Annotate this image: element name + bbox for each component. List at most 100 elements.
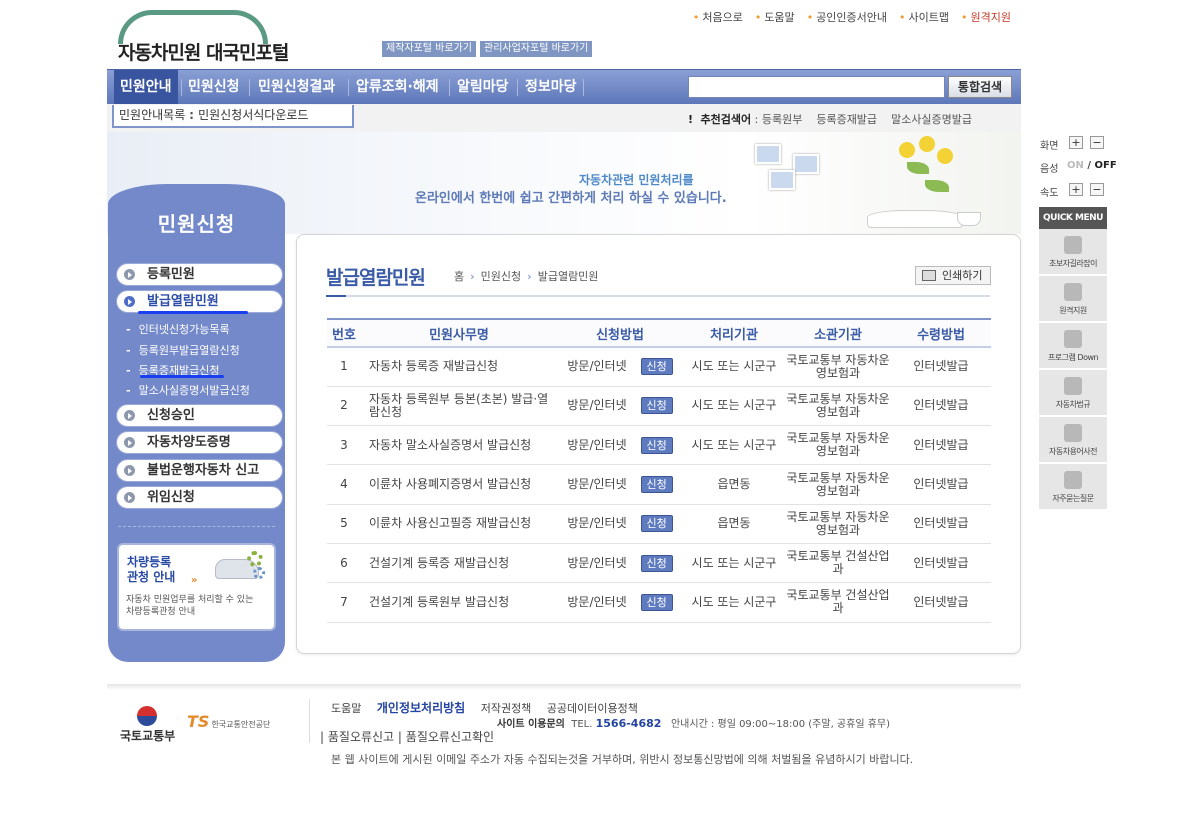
document-icon <box>1064 236 1082 254</box>
top-link-sitemap[interactable]: • 사이트맵 <box>899 9 949 25</box>
arrow-bullet-icon <box>124 269 135 280</box>
row-no: 7 <box>327 582 361 623</box>
row-dept: 국토교통부 자동차운영보험과 <box>785 464 891 505</box>
recommend-term[interactable]: 말소사실증명발급 <box>891 113 972 126</box>
row-agency: 시도 또는 시군구 <box>683 425 785 466</box>
zoom-out-button[interactable]: − <box>1090 136 1104 149</box>
screen-zoom-control: 화면 + − <box>1040 136 1108 152</box>
row-name: 건설기계 등록원부 발급신청 <box>361 582 557 623</box>
row-dept: 국토교통부 자동차운영보험과 <box>785 425 891 466</box>
row-receive: 인터넷발급 <box>891 347 991 387</box>
nav-divider <box>249 79 250 96</box>
sub-nav-form-download[interactable]: 민원신청서식다운로드 <box>198 108 308 122</box>
quick-menu-dictionary[interactable]: 자동차용어사전 <box>1039 417 1107 463</box>
voice-toggle[interactable]: ON / OFF <box>1067 160 1117 171</box>
footer-link-help[interactable]: 도움말 <box>331 702 361 715</box>
speed-down-button[interactable]: − <box>1090 183 1104 196</box>
speed-up-button[interactable]: + <box>1069 183 1083 196</box>
nav-info[interactable]: 정보마당 <box>525 70 577 105</box>
top-link-remote[interactable]: • 원격지원 <box>961 9 1011 25</box>
quick-menu-title: QUICK MENU <box>1039 207 1107 229</box>
row-name: 이륜차 사용폐지증명서 발급신청 <box>361 464 557 505</box>
top-link-help[interactable]: • 도움말 <box>755 9 795 25</box>
breadcrumb-home[interactable]: 홈 <box>454 270 464 283</box>
title-divider-accent <box>326 295 346 297</box>
quick-menu-law[interactable]: 자동차법규 <box>1039 370 1107 416</box>
banner-line-1: 자동차관련 민원처리를 <box>579 173 694 187</box>
registration-office-banner[interactable]: 차량등록 관청 안내 » 자동차 민원업무를 처리할 수 있는 차량등록관청 안… <box>117 543 276 631</box>
row-no: 1 <box>327 347 361 387</box>
top-link-home[interactable]: • 처음으로 <box>693 9 743 25</box>
apply-button[interactable]: 신청 <box>640 397 673 415</box>
sidebar-subitem[interactable]: 등록원부발급열람신청 <box>126 342 240 358</box>
logo-text: 자동차민원 대국민포털 <box>118 42 289 64</box>
quick-menu-remote[interactable]: 원격지원 <box>1039 276 1107 322</box>
apply-button[interactable]: 신청 <box>640 593 673 611</box>
business-portal-button[interactable]: 관리사업자포털 바로가기 <box>480 41 593 57</box>
ts-logo[interactable]: TS 한국교통안전공단 <box>187 712 270 731</box>
col-method: 신청방법 <box>557 318 683 348</box>
nav-seizure[interactable]: 압류조회·해제 <box>356 70 439 105</box>
sidebar-item-delegation[interactable]: 위임신청 <box>116 486 283 509</box>
sidebar-subitem[interactable]: 인터넷신청가능목록 <box>126 321 230 337</box>
row-receive: 인터넷발급 <box>891 464 991 505</box>
print-button[interactable]: 인쇄하기 <box>915 266 991 285</box>
recommend-term[interactable]: 등록증재발급 <box>816 113 877 126</box>
search-input[interactable] <box>688 76 945 98</box>
site-logo[interactable]: 자동차민원 대국민포털 <box>112 8 302 64</box>
row-method: 방문/인터넷 신청 <box>557 386 683 427</box>
taegeuk-icon <box>137 706 157 726</box>
apply-button[interactable]: 신청 <box>640 476 673 494</box>
breadcrumb-apply[interactable]: 민원신청 <box>481 270 521 283</box>
footer-link-privacy[interactable]: 개인정보처리방침 <box>377 701 465 715</box>
nav-apply[interactable]: 민원신청 <box>188 70 240 105</box>
row-name: 건설기계 등록증 재발급신청 <box>361 543 557 584</box>
apply-button[interactable]: 신청 <box>640 554 673 572</box>
recommend-term[interactable]: 등록원부 <box>762 113 802 126</box>
footer-link-copyright[interactable]: 저작권정책 <box>481 702 532 715</box>
sub-nav-guide-list[interactable]: 민원안내목록 <box>119 108 185 122</box>
sidebar-item-registration[interactable]: 등록민원 <box>116 263 283 286</box>
row-agency: 읍면동 <box>683 464 785 505</box>
title-divider <box>326 295 990 297</box>
table-row: 7 건설기계 등록원부 발급신청 방문/인터넷 신청 시도 또는 시군구 국토교통… <box>327 582 991 623</box>
sidebar-item-transfer[interactable]: 자동차양도증명 <box>116 431 283 454</box>
top-link-cert[interactable]: • 공인인증서안내 <box>807 9 887 25</box>
apply-button[interactable]: 신청 <box>640 515 673 533</box>
maker-portal-button[interactable]: 제작자포털 바로가기 <box>382 41 476 57</box>
sidebar-item-issuance[interactable]: 발급열람민원 <box>116 290 283 313</box>
row-dept: 국토교통부 자동차운영보험과 <box>785 386 891 427</box>
row-agency: 시도 또는 시군구 <box>683 582 785 623</box>
quality-report-link[interactable]: 품질오류신고 <box>328 730 394 744</box>
quality-report-check-link[interactable]: 품질오류신고확인 <box>406 730 494 744</box>
row-receive: 인터넷발급 <box>891 582 991 623</box>
nav-guide[interactable]: 민원안내 <box>114 70 178 105</box>
search-button[interactable]: 통합검색 <box>948 76 1012 98</box>
quick-menu-beginner[interactable]: 초보자길라잡이 <box>1039 229 1107 275</box>
quick-menu-faq[interactable]: 자주묻는질문 <box>1039 464 1107 510</box>
tools-icon <box>1064 283 1082 301</box>
apply-button[interactable]: 신청 <box>640 358 673 376</box>
nav-result[interactable]: 민원신청결과 <box>258 70 335 105</box>
footer-link-opendata[interactable]: 공공데이터이용정책 <box>547 702 638 715</box>
table-row: 2 자동차 등록원부 등본(초본) 발급·열람신청 방문/인터넷 신청 시도 또는… <box>327 386 991 427</box>
photo-icon <box>793 154 819 174</box>
chevron-right-icon: › <box>470 270 475 283</box>
molit-logo[interactable]: 국토교통부 <box>120 706 176 743</box>
footer-report-links: | 품질오류신고 | 품질오류신고확인 <box>320 730 495 744</box>
quick-menu-download[interactable]: 프로그램 Down <box>1039 323 1107 369</box>
row-agency: 시도 또는 시군구 <box>683 543 785 584</box>
sidebar-item-approval[interactable]: 신청승인 <box>116 404 283 427</box>
link-icon <box>1064 424 1082 442</box>
apply-button[interactable]: 신청 <box>640 436 673 454</box>
sidebar-subitem[interactable]: 말소사실증명서발급신청 <box>126 382 250 398</box>
sidebar-item-report[interactable]: 불법운행자동차 신고 <box>116 459 283 482</box>
gear-icon <box>247 551 263 567</box>
book-icon <box>867 210 963 228</box>
sub-nav-separator: : <box>189 108 199 122</box>
zoom-in-button[interactable]: + <box>1069 136 1083 149</box>
row-no: 5 <box>327 504 361 544</box>
row-name: 자동차 말소사실증명서 발급신청 <box>361 425 557 466</box>
nav-notice[interactable]: 알림마당 <box>457 70 509 105</box>
chevron-right-icon: › <box>527 270 532 283</box>
